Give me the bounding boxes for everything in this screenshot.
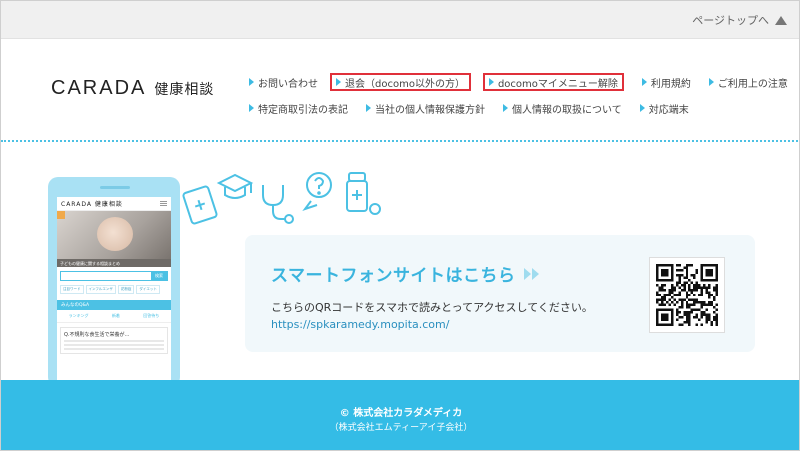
phone-tag: ダイエット: [136, 285, 160, 294]
arrow-right-icon: [503, 104, 508, 112]
double-chevron-right-icon: [523, 267, 540, 280]
phone-tag: インフルエンザ: [85, 285, 116, 294]
footer-copyright: © 株式会社カラダメディカ: [339, 408, 463, 419]
arrow-right-icon: [366, 104, 371, 112]
nav-label: 対応端末: [648, 104, 689, 116]
nav-label: 利用規約: [650, 78, 691, 90]
hero-tag: [57, 211, 65, 219]
phone-logo: CARADA 健康相談: [61, 201, 123, 208]
text-line: [64, 340, 164, 342]
nav-label: お問い合わせ: [258, 78, 318, 90]
nav-item-withdraw[interactable]: 退会（docomo以外の方）: [330, 73, 471, 91]
phone-speaker: [100, 186, 130, 189]
nav-label: 当社の個人情報保護方針: [375, 104, 485, 116]
phone-tab: 新着: [111, 313, 120, 318]
dotted-divider: [1, 140, 799, 142]
medical-icons: [182, 172, 381, 225]
phone-search: 検索: [60, 271, 168, 281]
nav-item-contact[interactable]: お問い合わせ: [249, 75, 318, 90]
phone-search-field: [61, 272, 151, 280]
phone-tab: 回答待ち: [143, 313, 160, 318]
phone-tags: 注目ワード インフルエンザ 花粉症 ダイエット: [57, 285, 171, 294]
phone-tag: 注目ワード: [60, 285, 84, 294]
arrow-right-icon: [639, 104, 645, 112]
nav-row-2: 特定商取引法の表記 当社の個人情報保護方針 個人情報の取扱について 対応端末: [249, 97, 789, 119]
top-bar: ページトップへ: [1, 1, 799, 39]
nav-label: ご利用上の注意: [717, 78, 788, 90]
phone-tag: 花粉症: [117, 285, 135, 294]
footer: © 株式会社カラダメディカ （株式会社エムティーアイ子会社）: [1, 380, 799, 450]
smartphone-site-link[interactable]: https://spkaramedy.mopita.com/: [271, 318, 449, 331]
arrow-right-icon: [708, 78, 714, 86]
phone-header: CARADA 健康相談: [57, 197, 171, 211]
phone-question: Q.不規則な食生活で栄養が…: [64, 332, 130, 338]
menu-icon: [160, 201, 167, 206]
phone-tab: ランキング: [68, 313, 89, 318]
arrow-right-icon: [249, 78, 254, 86]
nav-item-commerce-law[interactable]: 特定商取引法の表記: [249, 101, 348, 116]
arrow-right-icon: [488, 78, 494, 86]
footer-nav: お問い合わせ 退会（docomo以外の方） docomoマイメニュー解除 利用規…: [249, 71, 789, 119]
question-bubble-icon: [302, 172, 332, 211]
phone-hero-image: [57, 211, 171, 259]
qr-code: [649, 257, 725, 333]
arrow-right-icon: [336, 78, 341, 86]
nav-label: docomoマイメニュー解除: [497, 78, 618, 90]
arrow-up-icon: [775, 15, 787, 25]
nav-item-notes[interactable]: ご利用上の注意: [708, 75, 788, 90]
card-description: こちらのQRコードをスマホで読みとってアクセスしてください。: [271, 301, 593, 314]
baby-image: [97, 217, 133, 251]
phone-caption: 子どもの健康に関する相談まとめ: [57, 259, 171, 267]
card-title-text: スマートフォンサイトはこちら: [271, 266, 516, 286]
nav-item-terms[interactable]: 利用規約: [641, 75, 691, 90]
smartphone-illustration: CARADA 健康相談 子どもの健康に関する相談まとめ 検索 注目ワード インフ…: [48, 177, 180, 387]
text-line: [64, 348, 164, 350]
nav-label: 退会（docomo以外の方）: [345, 78, 465, 90]
nav-label: 個人情報の取扱について: [512, 104, 622, 116]
page: ページトップへ CARADA 健康相談 お問い合わせ 退会（docomo以外の方…: [0, 0, 800, 451]
nav-row-1: お問い合わせ 退会（docomo以外の方） docomoマイメニュー解除 利用規…: [249, 71, 789, 93]
graduation-cap-icon: [216, 173, 254, 199]
site-logo[interactable]: CARADA 健康相談: [51, 77, 214, 100]
nav-item-docomo-cancel[interactable]: docomoマイメニュー解除: [482, 73, 624, 91]
phone-tabs: ランキング 新着 回答待ち: [57, 310, 171, 323]
logo-subtitle: 健康相談: [154, 81, 215, 98]
text-line: [64, 344, 164, 346]
card-title: スマートフォンサイトはこちら: [271, 261, 540, 286]
phone-search-button: 検索: [151, 272, 167, 280]
nav-label: 特定商取引法の表記: [258, 104, 348, 116]
page-top-link[interactable]: ページトップへ: [692, 12, 787, 28]
health-card-icon: [182, 185, 218, 225]
nav-item-devices[interactable]: 対応端末: [639, 101, 689, 116]
medicine-bottle-icon: [346, 172, 381, 215]
smartphone-site-card: スマートフォンサイトはこちら こちらのQRコードをスマホで読みとってアクセスして…: [245, 235, 755, 352]
page-top-label: ページトップへ: [692, 14, 769, 27]
phone-screen: CARADA 健康相談 子どもの健康に関する相談まとめ 検索 注目ワード インフ…: [57, 197, 171, 387]
logo-text: CARADA: [51, 77, 147, 99]
phone-section-title: みんなのQ&A: [57, 300, 171, 310]
nav-item-personal-info[interactable]: 個人情報の取扱について: [503, 101, 622, 116]
phone-question-card: Q.不規則な食生活で栄養が…: [60, 327, 168, 354]
nav-item-privacy-policy[interactable]: 当社の個人情報保護方針: [366, 101, 485, 116]
stethoscope-icon: [262, 185, 294, 224]
arrow-right-icon: [641, 78, 647, 86]
footer-subtitle: （株式会社エムティーアイ子会社）: [329, 423, 473, 433]
qr-code-icon: [656, 264, 718, 326]
arrow-right-icon: [249, 104, 254, 112]
